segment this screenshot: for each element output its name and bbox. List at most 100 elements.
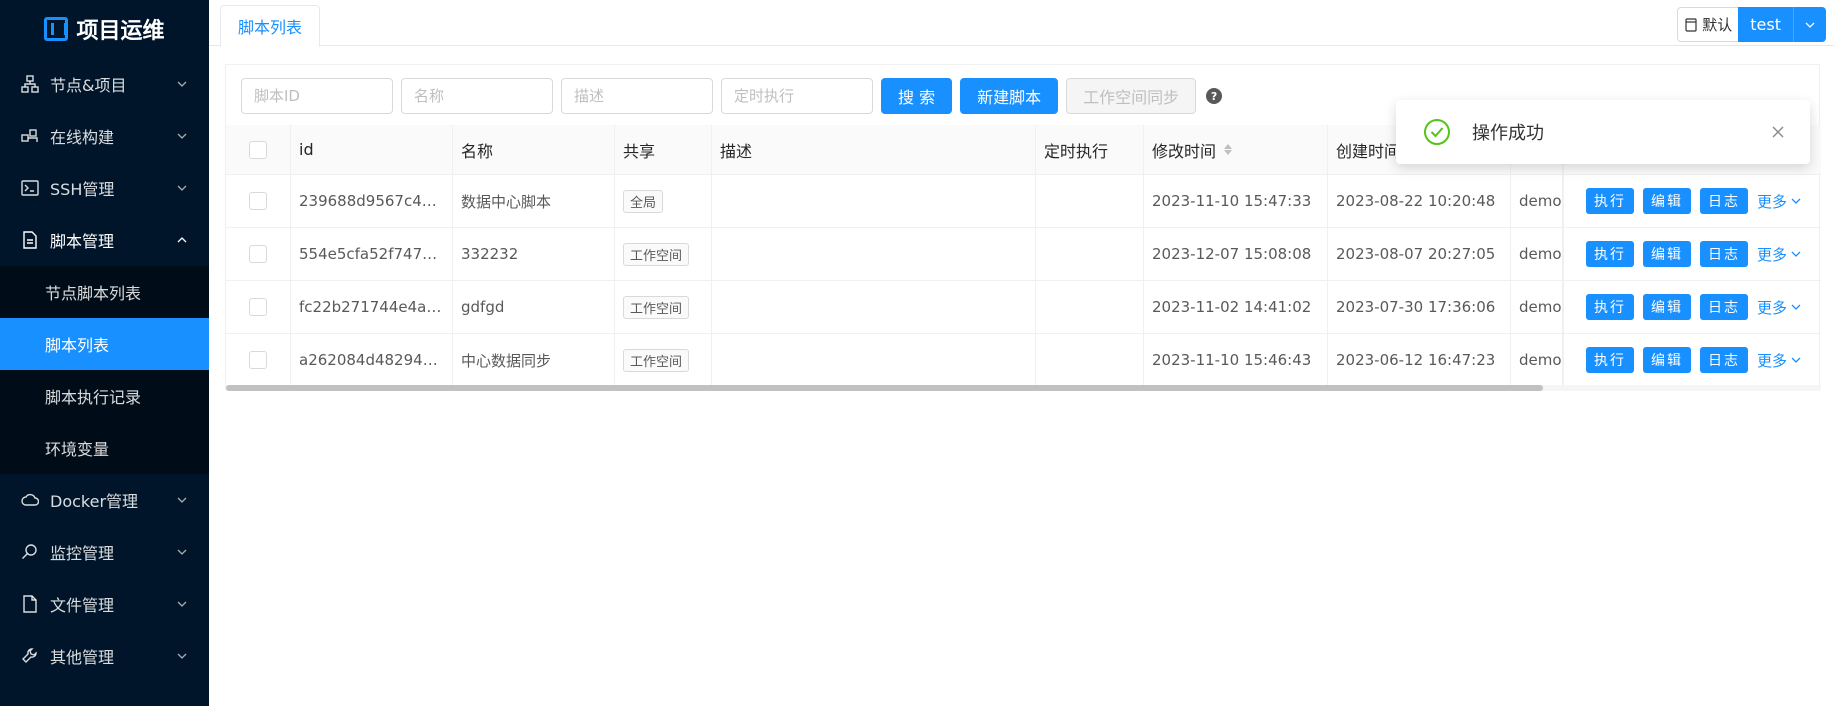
user-dropdown-button[interactable] xyxy=(1794,7,1826,42)
log-button[interactable]: 日志 xyxy=(1700,294,1748,320)
run-button[interactable]: 执行 xyxy=(1586,241,1634,267)
sidebar-item-files[interactable]: 文件管理 xyxy=(0,578,209,630)
chevron-down-icon xyxy=(1791,198,1801,204)
sidebar-item-script-list[interactable]: 脚本列表 xyxy=(0,318,209,370)
user-button[interactable]: test xyxy=(1738,7,1794,42)
cell-name: 中心数据同步 xyxy=(453,334,615,386)
log-button[interactable]: 日志 xyxy=(1700,347,1748,373)
cell-cron xyxy=(1036,228,1144,280)
edit-button[interactable]: 编辑 xyxy=(1643,294,1691,320)
column-header-share: 共享 xyxy=(615,125,712,174)
search-button[interactable]: 搜 索 xyxy=(881,78,953,114)
row-checkbox[interactable] xyxy=(249,351,267,369)
new-script-button[interactable]: 新建脚本 xyxy=(960,78,1059,114)
scrollbar-thumb[interactable] xyxy=(226,385,1543,391)
sidebar-item-script-logs[interactable]: 脚本执行记录 xyxy=(0,370,209,422)
script-id-input[interactable] xyxy=(241,78,393,114)
cell-created: 2023-06-12 16:47:23 xyxy=(1328,334,1511,386)
table-row: 554e5cfa52f7478d… 332232 工作空间 2023-12-07… xyxy=(226,228,1821,281)
workspace-icon xyxy=(1685,17,1697,32)
log-button[interactable]: 日志 xyxy=(1700,241,1748,267)
row-select-cell xyxy=(226,175,291,227)
cell-desc xyxy=(712,175,1036,227)
more-label: 更多 xyxy=(1757,298,1788,317)
chevron-down-icon xyxy=(175,493,189,507)
edit-button[interactable]: 编辑 xyxy=(1643,188,1691,214)
sidebar-item-docker[interactable]: Docker管理 xyxy=(0,474,209,526)
app-logo[interactable]: 项目运维 xyxy=(0,0,209,58)
more-dropdown[interactable]: 更多 xyxy=(1757,191,1801,212)
workspace-sync-button[interactable]: 工作空间同步 xyxy=(1066,78,1197,114)
column-header-modified-label: 修改时间 xyxy=(1152,141,1217,161)
chevron-down-icon xyxy=(1791,251,1801,257)
sidebar-item-nodes[interactable]: 节点&项目 xyxy=(0,58,209,110)
chevron-down-icon xyxy=(175,77,189,91)
question-icon[interactable]: ? xyxy=(1206,88,1223,104)
row-checkbox[interactable] xyxy=(249,245,267,263)
sidebar-item-node-scripts[interactable]: 节点脚本列表 xyxy=(0,266,209,318)
cell-cron xyxy=(1036,281,1144,333)
edit-button[interactable]: 编辑 xyxy=(1643,347,1691,373)
sidebar-item-ssh[interactable]: SSH管理 xyxy=(0,162,209,214)
tab-script-list[interactable]: 脚本列表 xyxy=(220,5,321,47)
cell-created: 2023-08-07 20:27:05 xyxy=(1328,228,1511,280)
cell-desc xyxy=(712,228,1036,280)
row-checkbox[interactable] xyxy=(249,298,267,316)
cell-cron xyxy=(1036,175,1144,227)
close-icon[interactable] xyxy=(1758,112,1798,152)
log-button[interactable]: 日志 xyxy=(1700,188,1748,214)
sort-icon[interactable] xyxy=(1224,144,1233,155)
more-dropdown[interactable]: 更多 xyxy=(1757,244,1801,265)
cell-user: demo xyxy=(1519,192,1562,210)
sidebar-item-build[interactable]: 在线构建 xyxy=(0,110,209,162)
cron-input[interactable] xyxy=(721,78,873,114)
table-row: a262084d4829407… 中心数据同步 工作空间 2023-11-10 … xyxy=(226,334,1821,387)
script-table: id 名称 共享 描述 定时执行 修改时间 创建时间 239688d9567c4… xyxy=(226,125,1821,387)
cloud-icon xyxy=(20,490,40,510)
run-button[interactable]: 执行 xyxy=(1586,294,1634,320)
sidebar-item-label: 文件管理 xyxy=(50,596,115,615)
edit-button[interactable]: 编辑 xyxy=(1643,241,1691,267)
search-toolbar: 搜 索 新建脚本 工作空间同步 ? xyxy=(241,78,1223,114)
column-header-modified[interactable]: 修改时间 xyxy=(1144,125,1328,174)
workspace-default[interactable]: 默认 xyxy=(1677,7,1739,42)
cell-id-text: a262084d4829407… xyxy=(299,351,444,369)
cell-name: gdfgd xyxy=(453,281,615,333)
cell-ops: 执行 编辑 日志 更多 xyxy=(1562,228,1821,280)
sidebar-item-scripts[interactable]: 脚本管理 xyxy=(0,214,209,266)
cell-created: 2023-07-30 17:36:06 xyxy=(1328,281,1511,333)
name-input[interactable] xyxy=(401,78,553,114)
cell-id-text: 239688d9567c4a2… xyxy=(299,192,444,210)
more-label: 更多 xyxy=(1757,351,1788,370)
more-dropdown[interactable]: 更多 xyxy=(1757,297,1801,318)
tool-icon xyxy=(20,646,40,666)
column-header-desc: 描述 xyxy=(712,125,1036,174)
sidebar-item-monitor[interactable]: 监控管理 xyxy=(0,526,209,578)
run-button[interactable]: 执行 xyxy=(1586,188,1634,214)
more-dropdown[interactable]: 更多 xyxy=(1757,350,1801,371)
description-input[interactable] xyxy=(561,78,713,114)
select-all-checkbox[interactable] xyxy=(249,140,267,159)
cell-id: a262084d4829407… xyxy=(291,334,453,386)
share-tag: 工作空间 xyxy=(623,242,690,266)
cell-user: demo xyxy=(1519,298,1562,316)
run-button[interactable]: 执行 xyxy=(1586,347,1634,373)
chevron-down-icon xyxy=(175,129,189,143)
build-icon xyxy=(20,126,40,146)
sidebar-item-label: 在线构建 xyxy=(50,128,115,147)
cell-share: 工作空间 xyxy=(615,281,712,333)
sidebar-item-label: SSH管理 xyxy=(50,180,115,199)
sidebar-item-env-vars[interactable]: 环境变量 xyxy=(0,422,209,474)
more-label: 更多 xyxy=(1757,245,1788,264)
horizontal-scrollbar[interactable] xyxy=(226,385,1821,391)
submenu-scripts: 节点脚本列表 脚本列表 脚本执行记录 环境变量 xyxy=(0,266,209,474)
app-title: 项目运维 xyxy=(76,19,165,44)
main-content: 脚本列表 默认 test 搜 索 新建脚本 工作空间同步 ? xyxy=(209,0,1834,706)
cell-ops: 执行 编辑 日志 更多 xyxy=(1562,175,1821,227)
chevron-down-icon xyxy=(175,649,189,663)
cell-desc xyxy=(712,334,1036,386)
chevron-down-icon xyxy=(1791,304,1801,310)
sidebar-item-other[interactable]: 其他管理 xyxy=(0,630,209,682)
cell-modified: 2023-12-07 15:08:08 xyxy=(1144,228,1328,280)
row-checkbox[interactable] xyxy=(249,192,267,210)
